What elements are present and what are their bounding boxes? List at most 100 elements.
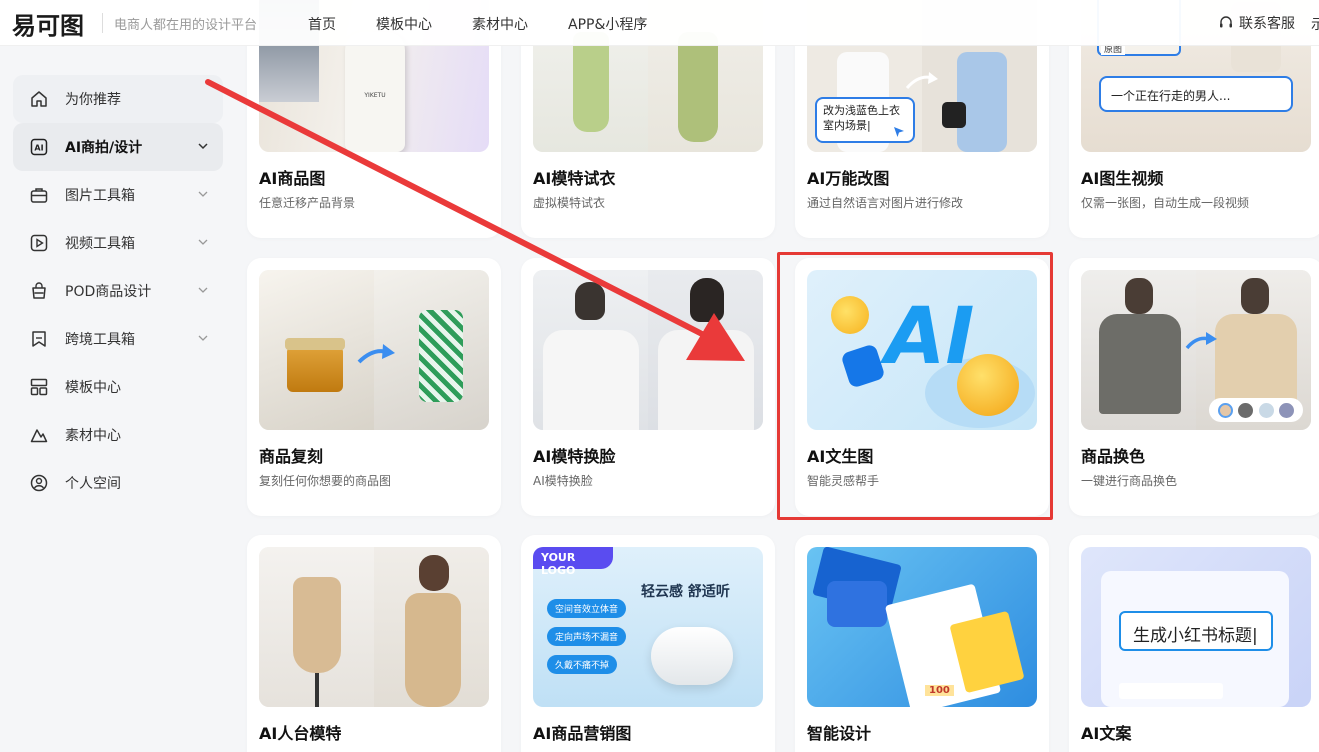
- sidebar-item-label: 模板中心: [65, 380, 121, 396]
- card-title: AI模特换脸: [533, 447, 616, 466]
- copy-input-box: 生成小红书标题|: [1119, 611, 1273, 651]
- template-icon: [29, 377, 49, 397]
- user-icon: [29, 473, 49, 493]
- mannequin-dress-shape: [293, 577, 341, 673]
- sidebar-item-crossborder[interactable]: 跨境工具箱: [13, 315, 223, 363]
- card-title: AI商品营销图: [533, 724, 632, 743]
- card-thumbnail: [533, 270, 763, 430]
- dress-shape: [573, 32, 609, 132]
- card-title: AI模特试衣: [533, 169, 616, 188]
- card-ai-mannequin-model[interactable]: AI人台模特: [247, 535, 501, 752]
- feature-pill: 空间音效立体音: [547, 599, 627, 618]
- mannequin-stand-shape: [315, 673, 319, 707]
- video-prompt-box: 一个正在行走的男人...: [1099, 76, 1293, 112]
- card-title: AI商品图: [259, 169, 326, 188]
- face-shape-2: [690, 278, 724, 322]
- bookmark-icon: [29, 329, 49, 349]
- card-smart-design[interactable]: 100 智能设计: [795, 535, 1049, 752]
- card-ai-face-swap[interactable]: AI模特换脸 AI模特换脸: [521, 258, 775, 516]
- site-logo[interactable]: 易可图: [12, 9, 90, 40]
- sidebar-item-label: 为你推荐: [65, 92, 121, 108]
- card-thumbnail: 100: [807, 547, 1037, 707]
- nav-materials[interactable]: 素材中心: [472, 14, 528, 34]
- card-thumbnail: [1081, 270, 1311, 430]
- earbuds-case-shape: [651, 627, 733, 685]
- price-badge: 100: [925, 685, 954, 696]
- sidebar-item-templates[interactable]: 模板中心: [13, 363, 223, 411]
- bottle-label: YIKETU: [364, 92, 386, 99]
- nav-app[interactable]: APP&小程序: [568, 14, 647, 34]
- card-thumbnail: YOUR LOGO 轻云感 舒适听 空间音效立体音 定向声场不漏音 久戴不痛不掉: [533, 547, 763, 707]
- sidebar-item-label: AI商拍/设计: [65, 140, 143, 156]
- nav-home[interactable]: 首页: [308, 14, 336, 34]
- sidebar-item-recommend[interactable]: 为你推荐: [13, 75, 223, 123]
- swatch-purple[interactable]: [1279, 402, 1295, 418]
- highlight-box: [777, 252, 1053, 520]
- jar-shape: [287, 346, 343, 392]
- material-icon: [29, 425, 49, 445]
- card-title: 智能设计: [807, 724, 872, 743]
- sidebar-item-pod[interactable]: POD商品设计: [13, 267, 223, 315]
- feature-pill: 久戴不痛不掉: [547, 655, 618, 674]
- card-title: 商品复刻: [259, 447, 324, 466]
- marketing-headline: 轻云感 舒适听: [641, 584, 730, 600]
- sidebar-item-label: 素材中心: [65, 428, 121, 444]
- sidebar-item-label: 视频工具箱: [65, 236, 135, 252]
- sidebar-item-image-tools[interactable]: 图片工具箱: [13, 171, 223, 219]
- chevron-down-icon: [198, 143, 208, 150]
- site-tagline: 电商人都在用的设计平台: [114, 18, 258, 33]
- sidebar-item-materials[interactable]: 素材中心: [13, 411, 223, 459]
- headset-icon: [1220, 16, 1232, 28]
- home-icon: [29, 89, 49, 109]
- card-title: AI文案: [1081, 724, 1132, 743]
- face-shape: [1125, 278, 1153, 314]
- model-dress-shape: [678, 32, 718, 142]
- swatch-gray[interactable]: [1238, 402, 1254, 418]
- header-extra[interactable]: 示: [1311, 14, 1319, 34]
- sidebar-item-video-tools[interactable]: 视频工具箱: [13, 219, 223, 267]
- sidebar-item-label: POD商品设计: [65, 284, 152, 300]
- sidebar-item-label: 跨境工具箱: [65, 332, 135, 348]
- chevron-down-icon: [198, 239, 208, 245]
- model-dress-shape: [405, 593, 461, 707]
- card-thumbnail: 生成小红书标题|: [1081, 547, 1311, 707]
- card-title: AI人台模特: [259, 724, 342, 743]
- nav-templates[interactable]: 模板中心: [376, 14, 432, 34]
- card-ai-marketing-image[interactable]: YOUR LOGO 轻云感 舒适听 空间音效立体音 定向声场不漏音 久戴不痛不掉…: [521, 535, 775, 752]
- sidebar-item-personal[interactable]: 个人空间: [13, 459, 223, 507]
- shirt-blue-shape: [957, 52, 1007, 152]
- card-thumbnail: [259, 270, 489, 430]
- card-desc: 一键进行商品换色: [1081, 474, 1178, 488]
- card-ai-copywriting[interactable]: 生成小红书标题| AI文案: [1069, 535, 1319, 752]
- chevron-down-icon: [198, 335, 208, 341]
- svg-text:AI: AI: [34, 144, 43, 153]
- face-shape: [419, 555, 449, 591]
- arrow-right-icon: [905, 72, 938, 90]
- sweater-gray-shape: [1099, 314, 1181, 414]
- green-bottle-shape: [419, 310, 463, 402]
- sidebar-item-label: 个人空间: [65, 476, 121, 492]
- card-title: AI图生视频: [1081, 169, 1164, 188]
- card-desc: 虚拟模特试衣: [533, 196, 606, 210]
- jar-lid-shape: [285, 338, 345, 350]
- bag-icon: [29, 281, 49, 301]
- cursor-icon: [894, 127, 904, 137]
- arrow-right-icon: [357, 344, 395, 364]
- contact-service-button[interactable]: 联系客服: [1218, 13, 1295, 33]
- arrow-right-icon: [1185, 332, 1217, 350]
- card-desc: 仅需一张图，自动生成一段视频: [1081, 196, 1250, 210]
- feature-pill: 定向声场不漏音: [547, 627, 627, 646]
- card-product-replicate[interactable]: 商品复刻 复刻任何你想要的商品图: [247, 258, 501, 516]
- color-swatch-bar: [1209, 398, 1303, 422]
- tshirt-shape-2: [658, 330, 754, 430]
- card-title: AI万能改图: [807, 169, 890, 188]
- chevron-down-icon: [198, 191, 208, 197]
- sidebar-item-ai-shoot[interactable]: AI AI商拍/设计: [13, 123, 223, 171]
- your-logo-badge: YOUR LOGO: [533, 547, 613, 577]
- face-shape: [575, 282, 605, 320]
- contact-label: 联系客服: [1239, 16, 1295, 32]
- swatch-lightblue[interactable]: [1258, 402, 1274, 418]
- swatch-beige[interactable]: [1217, 402, 1233, 418]
- sidebar-item-label: 图片工具箱: [65, 188, 135, 204]
- card-product-recolor[interactable]: 商品换色 一键进行商品换色: [1069, 258, 1319, 516]
